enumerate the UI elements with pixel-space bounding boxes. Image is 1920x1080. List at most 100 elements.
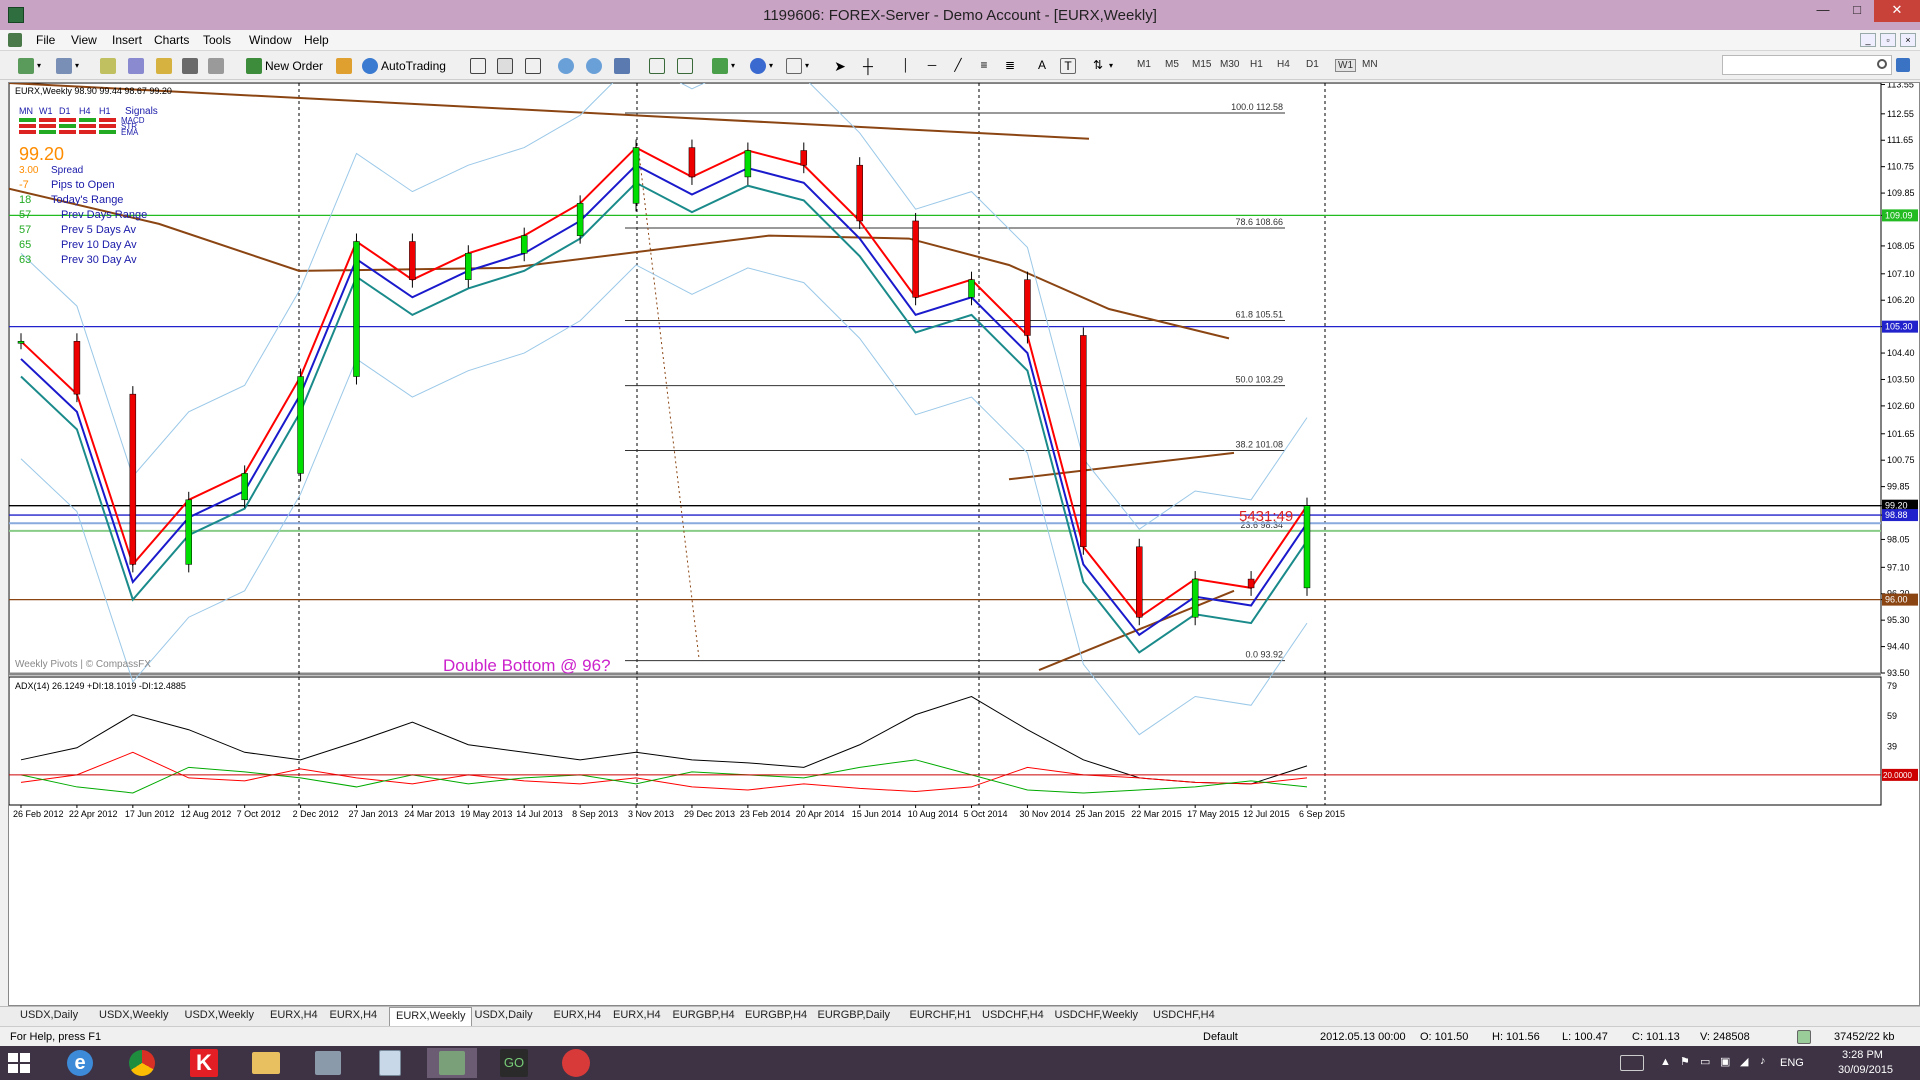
chart-tab[interactable]: EURGBP,H4	[673, 1009, 735, 1021]
taskbar-app9[interactable]	[551, 1048, 601, 1078]
menu-insert[interactable]: Insert	[112, 33, 142, 47]
date-axis-label: 14 Jul 2013	[516, 809, 563, 819]
menu-view[interactable]: View	[71, 33, 97, 47]
taskbar-ie[interactable]: e	[55, 1048, 105, 1078]
menu-help[interactable]: Help	[304, 33, 329, 47]
zoom-out-button[interactable]	[586, 56, 602, 75]
title-bar: 1199606: FOREX-Server - Demo Account - […	[0, 0, 1920, 30]
crosshair-icon: ┼	[863, 57, 873, 74]
timeframe-h4[interactable]: H4	[1277, 59, 1290, 70]
profiles-button[interactable]: ▾	[56, 56, 79, 75]
clock-time[interactable]: 3:28 PM	[1842, 1049, 1883, 1061]
taskbar-calculator[interactable]	[365, 1048, 415, 1078]
taskbar-kaspersky[interactable]: K	[179, 1048, 229, 1078]
terminal-button[interactable]	[182, 56, 198, 75]
candlestick-button[interactable]	[497, 56, 513, 75]
horizontal-line-button[interactable]: ─	[924, 56, 940, 75]
taskbar-app5[interactable]	[303, 1048, 353, 1078]
timeframe-m1[interactable]: M1	[1137, 59, 1151, 70]
periods-button[interactable]: ▾	[750, 56, 773, 75]
timeframe-m30[interactable]: M30	[1220, 59, 1239, 70]
taskbar-metatrader[interactable]	[427, 1048, 477, 1078]
tester-button[interactable]	[208, 56, 224, 75]
maximize-button[interactable]: □	[1840, 0, 1874, 22]
battery-icon[interactable]: ▭	[1700, 1055, 1710, 1068]
flag-icon[interactable]: ⚑	[1680, 1055, 1690, 1068]
clock-date[interactable]: 30/09/2015	[1838, 1064, 1893, 1076]
close-button[interactable]: ✕	[1874, 0, 1920, 22]
autoscroll-button[interactable]	[649, 56, 665, 75]
taskbar-chrome[interactable]	[117, 1048, 167, 1078]
chart-tab[interactable]: EURCHF,H1	[910, 1009, 972, 1021]
chart-tab[interactable]: EURX,H4	[270, 1009, 318, 1021]
display-icon[interactable]: ▣	[1720, 1055, 1730, 1068]
crosshair-button[interactable]: ┼	[860, 56, 876, 75]
chart-shift-button[interactable]	[677, 56, 693, 75]
chart-tab[interactable]: EURX,H4	[330, 1009, 378, 1021]
text-button[interactable]: A	[1034, 56, 1050, 75]
chart-tab[interactable]: EURX,H4	[554, 1009, 602, 1021]
arrows-button[interactable]: ⇅ ▾	[1090, 56, 1113, 75]
new-chart-button[interactable]: ▾	[18, 56, 41, 75]
volume-icon[interactable]: ♪	[1760, 1055, 1766, 1067]
meta-editor-button[interactable]	[336, 56, 352, 75]
mdi-restore-button[interactable]: ▫	[1880, 33, 1896, 47]
navigator-button[interactable]	[156, 56, 172, 75]
chart-tab[interactable]: EURX,H4	[613, 1009, 661, 1021]
taskbar-go[interactable]: GO	[489, 1048, 539, 1078]
menu-tools[interactable]: Tools	[203, 33, 231, 47]
keyboard-icon[interactable]	[1620, 1055, 1644, 1071]
window-app-icon	[315, 1051, 341, 1075]
mdi-close-button[interactable]: ×	[1900, 33, 1916, 47]
chart-tab[interactable]: EURGBP,Daily	[818, 1009, 891, 1021]
mdi-minimize-button[interactable]: _	[1860, 33, 1876, 47]
trendline-button[interactable]: ╱	[950, 56, 966, 75]
autotrading-button[interactable]: AutoTrading	[362, 56, 446, 75]
chart-tab[interactable]: EURX,Weekly	[389, 1007, 473, 1027]
menu-window[interactable]: Window	[249, 33, 292, 47]
chart-tab[interactable]: USDX,Weekly	[99, 1009, 168, 1021]
chart-tab[interactable]: USDX,Weekly	[185, 1009, 254, 1021]
templates-button[interactable]: ▾	[786, 56, 809, 75]
chart-canvas[interactable]: 100.0 112.58 78.6 108.66 61.8 105.51 50.0 1…	[8, 58, 1919, 1005]
chart-tab[interactable]: USDX,Daily	[475, 1009, 533, 1021]
language-indicator[interactable]: ENG	[1780, 1057, 1804, 1069]
tray-up-icon[interactable]: ▲	[1660, 1056, 1671, 1068]
start-button[interactable]	[8, 1053, 32, 1075]
network-icon[interactable]: ◢	[1740, 1055, 1748, 1068]
timeframe-mn[interactable]: MN	[1362, 59, 1378, 70]
chart-tab[interactable]: USDCHF,H4	[1153, 1009, 1215, 1021]
cursor-button[interactable]: ➤	[832, 56, 848, 75]
market-watch-button[interactable]	[100, 56, 116, 75]
vertical-line-button[interactable]: │	[898, 56, 914, 75]
timeframe-d1[interactable]: D1	[1306, 59, 1319, 70]
channel-button[interactable]: ≡	[976, 56, 992, 75]
new-order-button[interactable]: New Order	[246, 56, 323, 75]
timeframe-m15[interactable]: M15	[1192, 59, 1211, 70]
menu-file[interactable]: File	[36, 33, 55, 47]
search-input[interactable]	[1722, 55, 1892, 75]
minimize-button[interactable]: —	[1806, 0, 1840, 22]
zoom-in-button[interactable]	[558, 56, 574, 75]
chat-icon[interactable]	[1896, 58, 1910, 72]
cursor-icon: ➤	[834, 57, 846, 74]
chart-window[interactable]: 100.0 112.58 78.6 108.66 61.8 105.51 50.0 1…	[8, 58, 1920, 1006]
data-window-button[interactable]	[128, 56, 144, 75]
chart-tab[interactable]: USDCHF,Weekly	[1055, 1009, 1139, 1021]
timeframe-m5[interactable]: M5	[1165, 59, 1179, 70]
tile-windows-button[interactable]	[614, 56, 630, 75]
bar-chart-button[interactable]	[470, 56, 486, 75]
taskbar-explorer[interactable]	[241, 1048, 291, 1078]
text-label-button[interactable]: T	[1060, 56, 1076, 75]
indicators-button[interactable]: ▾	[712, 56, 735, 75]
timeframe-w1[interactable]: W1	[1335, 59, 1356, 72]
date-axis-label: 3 Nov 2013	[628, 809, 674, 819]
menu-charts[interactable]: Charts	[154, 33, 189, 47]
timeframe-h1[interactable]: H1	[1250, 59, 1263, 70]
chrome-icon	[129, 1050, 155, 1076]
fibonacci-button[interactable]: ≣	[1002, 56, 1018, 75]
chart-tab[interactable]: EURGBP,H4	[745, 1009, 807, 1021]
chart-tab[interactable]: USDX,Daily	[20, 1009, 78, 1021]
chart-tab[interactable]: USDCHF,H4	[982, 1009, 1044, 1021]
line-chart-button[interactable]	[525, 56, 541, 75]
